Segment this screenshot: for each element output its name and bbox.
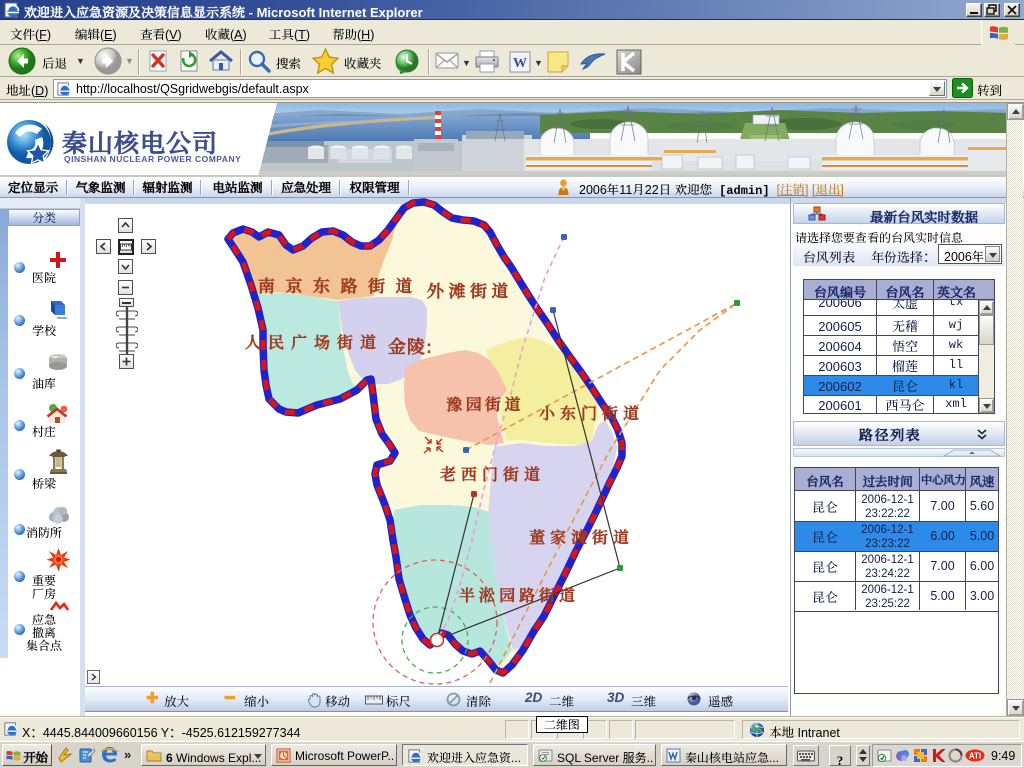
- svg-text:老西门街道: 老西门街道: [440, 462, 545, 485]
- svg-text:W: W: [513, 56, 527, 71]
- svg-text:豫园街道: 豫园街道: [446, 392, 524, 415]
- svg-text:ATI: ATI: [969, 752, 981, 761]
- svg-text:董家渡街道: 董家渡街道: [529, 525, 634, 548]
- svg-text:小东门街道: 小东门街道: [539, 401, 644, 424]
- svg-text:金陵:: 金陵:: [387, 333, 433, 359]
- svg-text:人民广场街道: 人民广场街道: [244, 330, 383, 353]
- svg-text:南京东路街道: 南京东路街道: [258, 272, 423, 297]
- svg-text:外滩街道: 外滩街道: [427, 277, 513, 302]
- svg-text:半淞园路街道: 半淞园路街道: [458, 583, 579, 606]
